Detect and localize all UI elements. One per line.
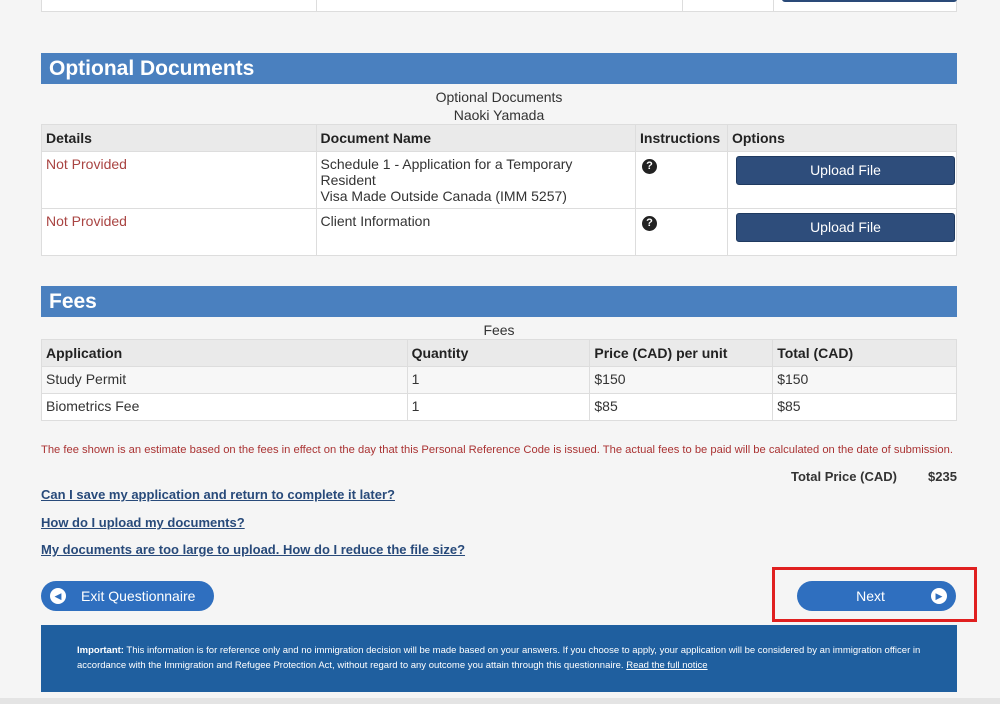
table-header-row: Details Document Name Instructions Optio…	[41, 124, 958, 152]
total-price-value: $235	[928, 469, 957, 484]
instructions-cell: ?	[635, 151, 728, 209]
page-bottom-strip	[0, 698, 1000, 704]
next-button-highlight	[772, 567, 977, 622]
document-name-cell: Schedule 1 - Application for a Temporary…	[315, 151, 637, 209]
optional-documents-header: Optional Documents	[41, 53, 957, 84]
document-name-cell: Client Information	[315, 208, 637, 256]
application-cell: Biometrics Fee	[41, 393, 408, 421]
document-name-line: Client Information	[320, 213, 431, 229]
exit-questionnaire-label: Exit Questionnaire	[81, 588, 196, 604]
optional-documents-caption-name: Naoki Yamada	[453, 107, 545, 123]
column-header-options: Options	[726, 124, 958, 152]
arrow-left-icon: ◀	[50, 588, 66, 604]
total-cell: $85	[772, 393, 957, 421]
document-name-line: Schedule 1 - Application for a Temporary…	[320, 156, 573, 188]
previous-table-remnant	[41, 0, 957, 12]
total-cell: $150	[772, 366, 957, 394]
important-notice: Important: This information is for refer…	[41, 625, 957, 692]
question-circle-icon[interactable]: ?	[642, 216, 657, 231]
price-cell: $85	[589, 393, 774, 421]
application-cell: Study Permit	[41, 366, 408, 394]
table-row: Not Provided Schedule 1 - Application fo…	[41, 151, 958, 209]
question-circle-icon[interactable]: ?	[642, 159, 657, 174]
fees-table: Application Quantity Price (CAD) per uni…	[41, 339, 957, 421]
table-row: Study Permit 1 $150 $150	[41, 366, 957, 394]
optional-documents-caption-title: Optional Documents	[435, 89, 563, 105]
read-full-notice-link[interactable]: Read the full notice	[626, 660, 707, 671]
options-cell: Upload File	[726, 151, 958, 209]
notice-text: This information is for reference only a…	[77, 645, 921, 671]
options-cell: Upload File	[726, 208, 958, 256]
table-row: Biometrics Fee 1 $85 $85	[41, 393, 957, 421]
fees-caption: Fees	[483, 322, 515, 338]
exit-questionnaire-button[interactable]: ◀ Exit Questionnaire	[41, 581, 214, 611]
details-cell: Not Provided	[41, 151, 317, 209]
quantity-cell: 1	[406, 393, 591, 421]
column-header-document-name: Document Name	[315, 124, 637, 152]
fees-header: Fees	[41, 286, 957, 317]
column-header-total: Total (CAD)	[772, 339, 957, 367]
details-cell: Not Provided	[41, 208, 317, 256]
total-price-label: Total Price (CAD)	[791, 469, 897, 484]
faq-link-upload-documents[interactable]: How do I upload my documents?	[41, 515, 245, 530]
table-header-row: Application Quantity Price (CAD) per uni…	[41, 339, 957, 367]
document-name-line: Visa Made Outside Canada (IMM 5257)	[320, 188, 567, 204]
price-cell: $150	[589, 366, 774, 394]
status-not-provided: Not Provided	[46, 213, 127, 229]
status-not-provided: Not Provided	[46, 156, 127, 172]
instructions-cell: ?	[635, 208, 728, 256]
faq-link-save-application[interactable]: Can I save my application and return to …	[41, 487, 395, 502]
previous-upload-button[interactable]	[782, 0, 957, 2]
quantity-cell: 1	[406, 366, 591, 394]
faq-link-reduce-file-size[interactable]: My documents are too large to upload. Ho…	[41, 542, 465, 557]
column-header-instructions: Instructions	[635, 124, 728, 152]
column-header-details: Details	[41, 124, 317, 152]
column-header-price: Price (CAD) per unit	[589, 339, 774, 367]
column-header-application: Application	[41, 339, 408, 367]
notice-important-label: Important:	[77, 645, 124, 656]
table-row: Not Provided Client Information ? Upload…	[41, 208, 958, 256]
upload-file-button[interactable]: Upload File	[735, 156, 955, 185]
fee-estimate-note: The fee shown is an estimate based on th…	[41, 444, 953, 456]
optional-documents-table: Details Document Name Instructions Optio…	[41, 124, 958, 256]
upload-file-button[interactable]: Upload File	[735, 213, 955, 242]
column-header-quantity: Quantity	[406, 339, 591, 367]
